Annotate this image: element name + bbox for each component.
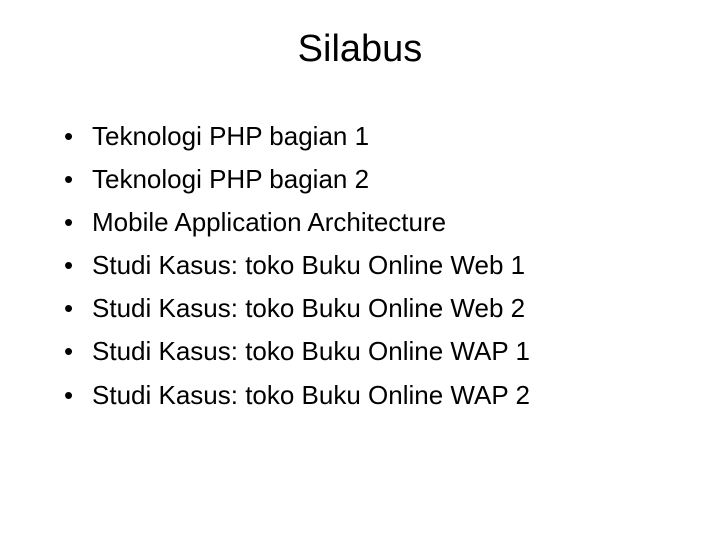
- list-item-text: Studi Kasus: toko Buku Online WAP 1: [92, 334, 530, 369]
- bullet-icon: •: [64, 291, 92, 326]
- bullet-icon: •: [64, 205, 92, 240]
- list-item: • Studi Kasus: toko Buku Online WAP 1: [64, 334, 680, 369]
- bullet-icon: •: [64, 162, 92, 197]
- bullet-list: • Teknologi PHP bagian 1 • Teknologi PHP…: [40, 119, 680, 413]
- list-item-text: Studi Kasus: toko Buku Online Web 2: [92, 291, 525, 326]
- bullet-icon: •: [64, 119, 92, 154]
- list-item: • Studi Kasus: toko Buku Online Web 1: [64, 248, 680, 283]
- list-item-text: Teknologi PHP bagian 1: [92, 119, 369, 154]
- list-item: • Mobile Application Architecture: [64, 205, 680, 240]
- bullet-icon: •: [64, 334, 92, 369]
- list-item-text: Studi Kasus: toko Buku Online Web 1: [92, 248, 525, 283]
- list-item-text: Studi Kasus: toko Buku Online WAP 2: [92, 378, 530, 413]
- list-item: • Teknologi PHP bagian 2: [64, 162, 680, 197]
- list-item: • Studi Kasus: toko Buku Online WAP 2: [64, 378, 680, 413]
- slide: Silabus • Teknologi PHP bagian 1 • Tekno…: [0, 0, 720, 540]
- bullet-icon: •: [64, 248, 92, 283]
- list-item-text: Mobile Application Architecture: [92, 205, 446, 240]
- page-title: Silabus: [40, 28, 680, 71]
- bullet-icon: •: [64, 378, 92, 413]
- list-item-text: Teknologi PHP bagian 2: [92, 162, 369, 197]
- list-item: • Teknologi PHP bagian 1: [64, 119, 680, 154]
- list-item: • Studi Kasus: toko Buku Online Web 2: [64, 291, 680, 326]
